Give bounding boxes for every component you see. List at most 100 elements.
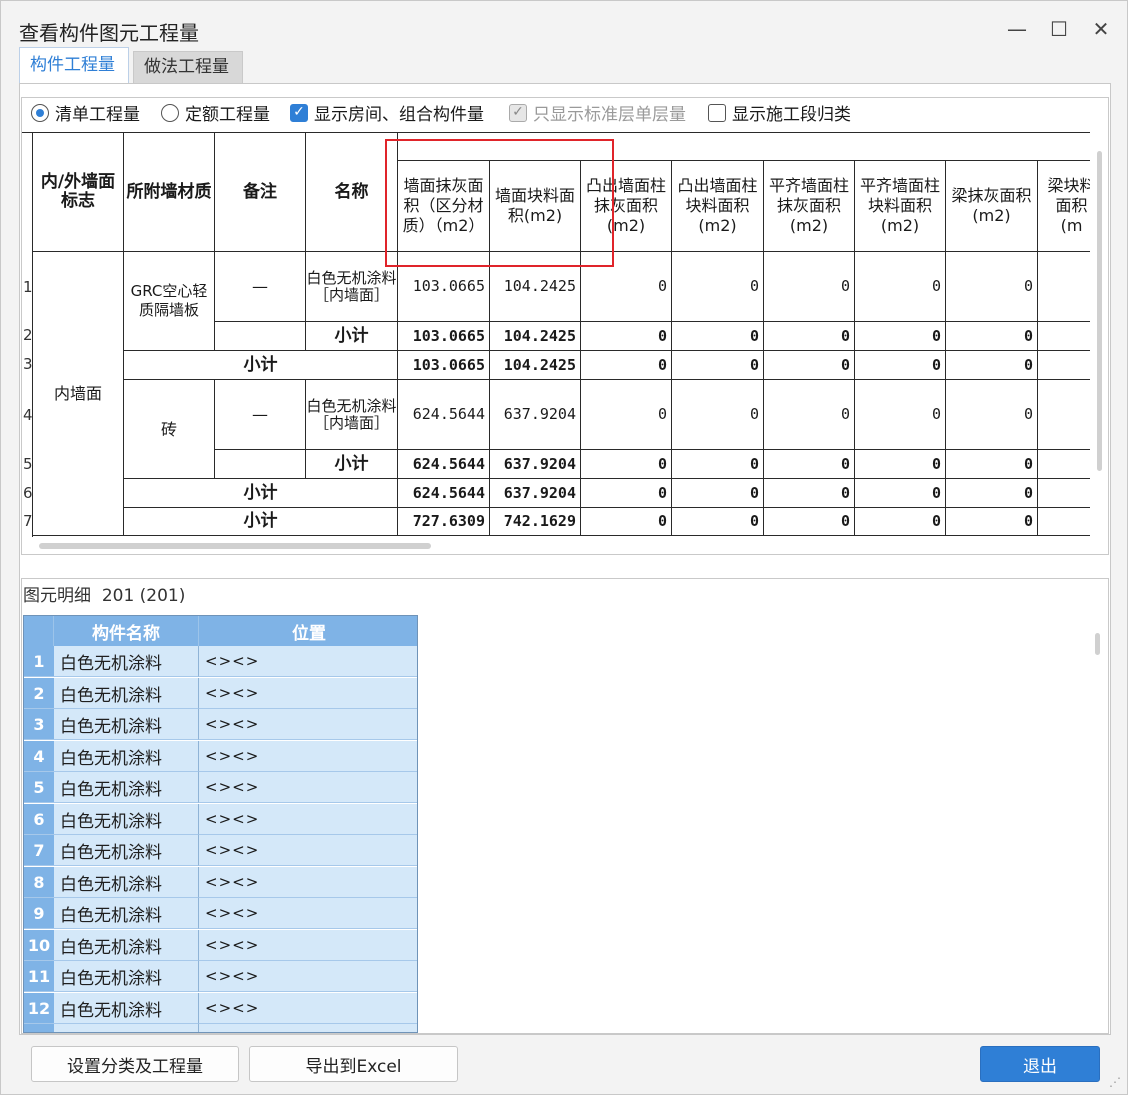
cell-subtotal-label[interactable]: 小计	[306, 450, 398, 479]
minimize-icon[interactable]: —	[999, 15, 1035, 43]
cell-value[interactable]: 0	[855, 252, 946, 322]
cell-value[interactable]: 0	[581, 252, 672, 322]
detail-row-position[interactable]: <><>	[199, 898, 417, 929]
radio-quota-quantity[interactable]: 定额工程量	[161, 100, 270, 125]
detail-row-name[interactable]: 白色无机涂料	[54, 741, 199, 772]
cell-total[interactable]: 0	[946, 508, 1038, 536]
cell-subtotal[interactable]: 0	[672, 450, 764, 479]
cell-wall-flag[interactable]: 内墙面	[33, 252, 124, 536]
detail-row-position[interactable]: <><>	[199, 804, 417, 835]
detail-row-name[interactable]: 白色无机涂料	[54, 1024, 199, 1032]
cell-group-subtotal[interactable]: 637.9204	[490, 479, 581, 508]
detail-row-name[interactable]: 白色无机涂料	[54, 898, 199, 929]
detail-row-number[interactable]: 13	[24, 1024, 54, 1032]
cell-remark-empty[interactable]	[215, 322, 306, 351]
tab-component-quantity[interactable]: 构件工程量	[19, 47, 129, 83]
cell-total[interactable]: 0	[764, 508, 855, 536]
detail-row-number[interactable]: 7	[24, 835, 54, 866]
detail-row-number[interactable]: 8	[24, 867, 54, 898]
cell-subtotal[interactable]: 0	[855, 450, 946, 479]
cell-value-overflow[interactable]	[1038, 479, 1090, 508]
horizontal-scrollbar[interactable]	[39, 543, 431, 549]
detail-row-position[interactable]: <><>	[199, 646, 417, 677]
detail-row-position[interactable]: <><>	[199, 961, 417, 992]
cell-subtotal[interactable]: 0	[946, 322, 1038, 351]
cell-value[interactable]: 0	[764, 380, 855, 450]
detail-row-number[interactable]: 3	[24, 709, 54, 740]
cell-remark-empty[interactable]	[215, 450, 306, 479]
detail-row-number[interactable]: 4	[24, 741, 54, 772]
cell-group-subtotal-label[interactable]: 小计	[124, 351, 398, 380]
detail-row-position[interactable]: <><>	[199, 993, 417, 1024]
detail-row-name[interactable]: 白色无机涂料	[54, 835, 199, 866]
cell-total[interactable]: 0	[855, 508, 946, 536]
detail-row-number[interactable]: 5	[24, 772, 54, 803]
detail-scrollbar[interactable]	[1095, 633, 1100, 655]
cell-name[interactable]: 白色无机涂料［内墙面］	[306, 380, 398, 450]
detail-row-number[interactable]: 2	[24, 678, 54, 709]
cell-value-overflow[interactable]	[1038, 450, 1090, 479]
cell-value[interactable]: 104.2425	[490, 252, 581, 322]
cell-subtotal[interactable]: 103.0665	[398, 322, 490, 351]
cell-subtotal-label[interactable]: 小计	[306, 322, 398, 351]
detail-row-name[interactable]: 白色无机涂料	[54, 930, 199, 961]
cell-remark[interactable]: —	[215, 380, 306, 450]
quantity-table[interactable]: 内/外墙面标志 所附墙材质 备注 名称 墙面抹灰面积（区分材质）（m2） 墙面块…	[22, 132, 1090, 537]
cell-subtotal[interactable]: 0	[672, 322, 764, 351]
exit-button[interactable]: 退出	[980, 1046, 1100, 1082]
cell-value-overflow[interactable]	[1038, 508, 1090, 536]
detail-row-name[interactable]: 白色无机涂料	[54, 678, 199, 709]
detail-row-number[interactable]: 11	[24, 961, 54, 992]
detail-row-name[interactable]: 白色无机涂料	[54, 772, 199, 803]
cell-total[interactable]: 742.1629	[490, 508, 581, 536]
cell-value[interactable]: 637.9204	[490, 380, 581, 450]
cell-value-overflow[interactable]	[1038, 351, 1090, 380]
resize-grip-icon[interactable]: ⋰	[1109, 1075, 1121, 1089]
cell-group-subtotal[interactable]: 104.2425	[490, 351, 581, 380]
detail-row-position[interactable]: <><>	[199, 678, 417, 709]
cell-subtotal[interactable]: 0	[764, 450, 855, 479]
cell-subtotal[interactable]: 0	[946, 450, 1038, 479]
detail-row-position[interactable]: <><>	[199, 930, 417, 961]
tab-method-quantity[interactable]: 做法工程量	[133, 51, 243, 83]
cell-group-subtotal[interactable]: 0	[946, 479, 1038, 508]
cell-subtotal[interactable]: 0	[581, 450, 672, 479]
detail-row-position[interactable]: <><>	[199, 835, 417, 866]
cell-subtotal[interactable]: 0	[764, 322, 855, 351]
cell-group-subtotal[interactable]: 0	[855, 479, 946, 508]
cell-value[interactable]: 0	[764, 252, 855, 322]
detail-row-number[interactable]: 12	[24, 993, 54, 1024]
cell-group-subtotal[interactable]: 0	[855, 351, 946, 380]
detail-row-name[interactable]: 白色无机涂料	[54, 804, 199, 835]
detail-row-position[interactable]: <><>	[199, 772, 417, 803]
cell-group-subtotal[interactable]: 0	[672, 479, 764, 508]
cell-total[interactable]: 0	[581, 508, 672, 536]
detail-row-position[interactable]: <><>	[199, 741, 417, 772]
cell-group-subtotal[interactable]: 0	[581, 479, 672, 508]
detail-table[interactable]: 构件名称 位置 1 白色无机涂料 <><> 2 白色无机涂料 <><> 3 白色无机涂料 <><…	[23, 615, 418, 1033]
cell-group-subtotal[interactable]: 0	[764, 479, 855, 508]
detail-row-number[interactable]: 1	[24, 646, 54, 677]
detail-row-position[interactable]: <><>	[199, 867, 417, 898]
detail-row-number[interactable]: 6	[24, 804, 54, 835]
detail-row-position[interactable]: <><>	[199, 1024, 417, 1032]
cell-value[interactable]: 0	[946, 380, 1038, 450]
cell-value[interactable]: 0	[855, 380, 946, 450]
close-icon[interactable]: ✕	[1083, 15, 1119, 43]
detail-row-name[interactable]: 白色无机涂料	[54, 709, 199, 740]
cell-total[interactable]: 0	[672, 508, 764, 536]
cell-group-subtotal[interactable]: 103.0665	[398, 351, 490, 380]
detail-row-name[interactable]: 白色无机涂料	[54, 961, 199, 992]
cell-subtotal[interactable]: 0	[855, 322, 946, 351]
cell-subtotal[interactable]: 637.9204	[490, 450, 581, 479]
cell-value-overflow[interactable]	[1038, 322, 1090, 351]
detail-header-position[interactable]: 位置	[199, 616, 417, 646]
detail-row-number[interactable]: 9	[24, 898, 54, 929]
radio-list-quantity[interactable]: 清单工程量	[31, 100, 140, 125]
cell-value[interactable]: 0	[946, 252, 1038, 322]
detail-row-number[interactable]: 10	[24, 930, 54, 961]
cell-group-subtotal[interactable]: 0	[764, 351, 855, 380]
cell-value-overflow[interactable]	[1038, 252, 1090, 322]
detail-header-name[interactable]: 构件名称	[54, 616, 199, 646]
cell-total[interactable]: 727.6309	[398, 508, 490, 536]
